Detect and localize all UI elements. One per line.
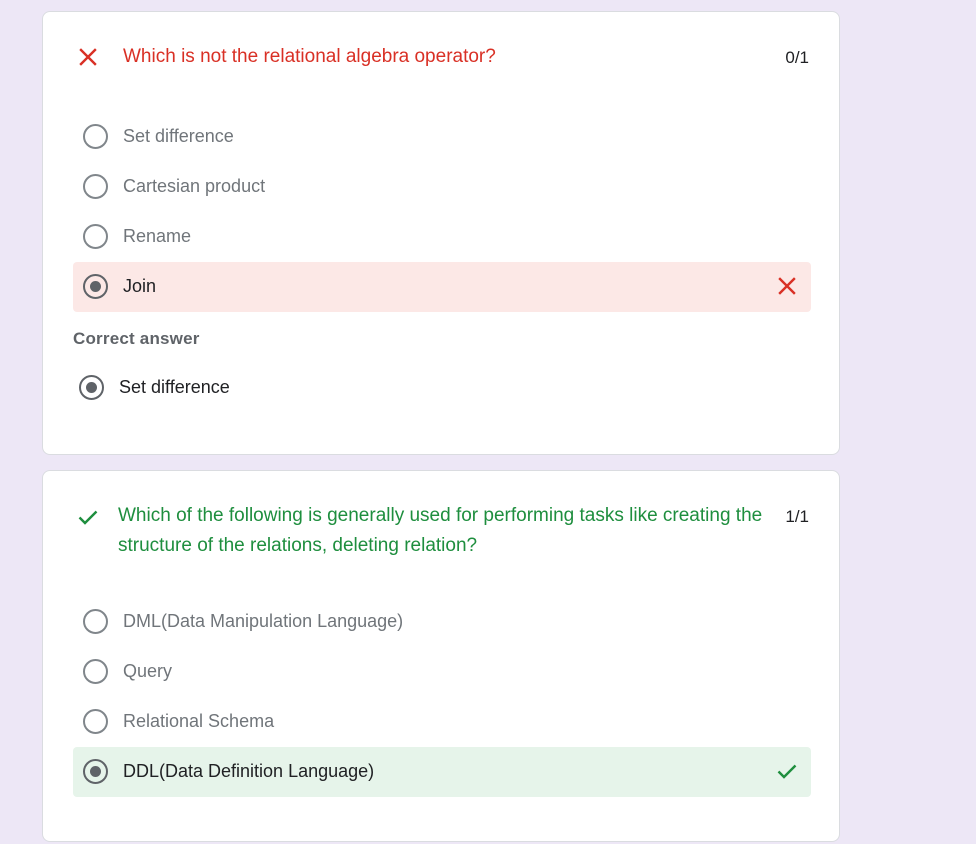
option-label: DML(Data Manipulation Language) [123, 611, 404, 631]
question-text: Which is not the relational algebra oper… [123, 46, 496, 67]
option-relational-schema[interactable]: Relational Schema [73, 697, 811, 747]
option-rename[interactable]: Rename [73, 212, 811, 262]
option-label: Query [123, 661, 173, 681]
option-set-difference[interactable]: Set difference [73, 112, 811, 162]
option-ddl-selected[interactable]: DDL(Data Definition Language) [73, 747, 811, 797]
correct-answer-label: Set difference [119, 377, 230, 397]
close-icon [79, 48, 97, 66]
radio-button[interactable] [83, 659, 108, 684]
correct-answer-heading: Correct answer [73, 329, 200, 348]
check-icon [78, 510, 98, 525]
radio-button-checked[interactable] [83, 274, 108, 299]
question-score: 1/1 [785, 507, 809, 526]
close-icon [778, 277, 796, 295]
option-dml[interactable]: DML(Data Manipulation Language) [73, 597, 811, 647]
option-label: Relational Schema [123, 711, 275, 731]
radio-button[interactable] [83, 609, 108, 634]
option-query[interactable]: Query [73, 647, 811, 697]
question-score: 0/1 [785, 48, 809, 67]
radio-button[interactable] [83, 224, 108, 249]
radio-button[interactable] [83, 124, 108, 149]
option-label: DDL(Data Definition Language) [123, 761, 375, 781]
radio-button-checked [79, 375, 104, 400]
question-text: Which of the following is generally used… [118, 505, 763, 556]
radio-button[interactable] [83, 709, 108, 734]
option-label: Set difference [123, 126, 234, 146]
option-join-selected[interactable]: Join [73, 262, 811, 312]
option-label: Rename [123, 226, 192, 246]
radio-button-checked[interactable] [83, 759, 108, 784]
option-label: Cartesian product [123, 176, 266, 196]
question-card: Which of the following is generally used… [42, 470, 840, 842]
option-label: Join [123, 276, 157, 296]
correct-answer: Set difference [79, 373, 779, 403]
radio-button[interactable] [83, 174, 108, 199]
option-cartesian-product[interactable]: Cartesian product [73, 162, 811, 212]
check-icon [777, 764, 797, 779]
question-card: Which is not the relational algebra oper… [42, 11, 840, 455]
